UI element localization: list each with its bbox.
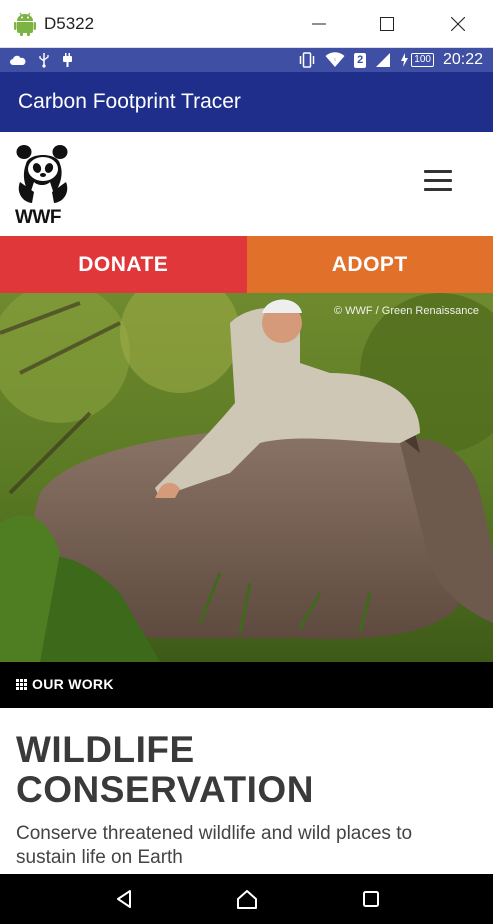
grid-icon (16, 679, 27, 690)
wwf-logo[interactable]: WWF (14, 142, 72, 227)
sim-badge: 2 (354, 52, 367, 68)
window-title: D5322 (44, 14, 95, 33)
minimize-button[interactable] (296, 8, 342, 40)
hero-photo (0, 293, 493, 662)
battery-level: 100 (411, 53, 434, 67)
section-label: OUR WORK (32, 676, 114, 692)
usb-icon (39, 53, 49, 68)
svg-text:↕: ↕ (334, 57, 337, 63)
back-icon[interactable] (112, 887, 136, 911)
panda-logo-icon (16, 145, 68, 203)
section-bar[interactable]: OUR WORK (0, 662, 493, 708)
minimize-icon (312, 23, 326, 25)
window-titlebar: D5322 (0, 0, 493, 48)
photo-credit: © WWF / Green Renaissance (333, 305, 479, 317)
adopt-button[interactable]: ADOPT (246, 236, 493, 293)
cloud-icon (10, 55, 26, 65)
wwf-logo-text: WWF (15, 207, 61, 228)
status-time: 20:22 (442, 51, 483, 68)
android-icon (14, 12, 36, 36)
wifi-icon: ↕ (325, 52, 345, 67)
close-icon (451, 17, 465, 31)
app-title: Carbon Footprint Tracer (18, 90, 241, 113)
maximize-icon (380, 17, 394, 31)
plug-icon (63, 53, 72, 67)
article-title-line1: WILDLIFE (16, 729, 195, 770)
close-button[interactable] (435, 8, 481, 40)
article-title-line2: CONSERVATION (16, 769, 314, 810)
hero-image: © WWF / Green Renaissance (0, 293, 493, 662)
maximize-button[interactable] (364, 8, 410, 40)
recents-icon[interactable] (359, 887, 383, 911)
battery-indicator: 100 (400, 53, 434, 67)
app-bar: Carbon Footprint Tracer (0, 72, 493, 132)
vibrate-icon (299, 52, 315, 68)
cta-bar: DONATE ADOPT (0, 236, 493, 293)
article-title: WILDLIFE CONSERVATION (16, 730, 476, 810)
article-content: WILDLIFE CONSERVATION Conserve threatene… (0, 708, 493, 874)
site-header: WWF (0, 132, 493, 236)
signal-icon (376, 53, 391, 67)
home-icon[interactable] (235, 887, 259, 911)
article-description: Conserve threatened wildlife and wild pl… (16, 823, 413, 868)
navigation-bar (0, 874, 493, 924)
status-bar: ↕ 2 100 20:22 (0, 48, 493, 72)
hamburger-menu-icon (424, 170, 452, 191)
donate-button[interactable]: DONATE (0, 236, 247, 293)
hamburger-menu-button[interactable] (424, 170, 452, 196)
battery-icon (401, 53, 409, 67)
